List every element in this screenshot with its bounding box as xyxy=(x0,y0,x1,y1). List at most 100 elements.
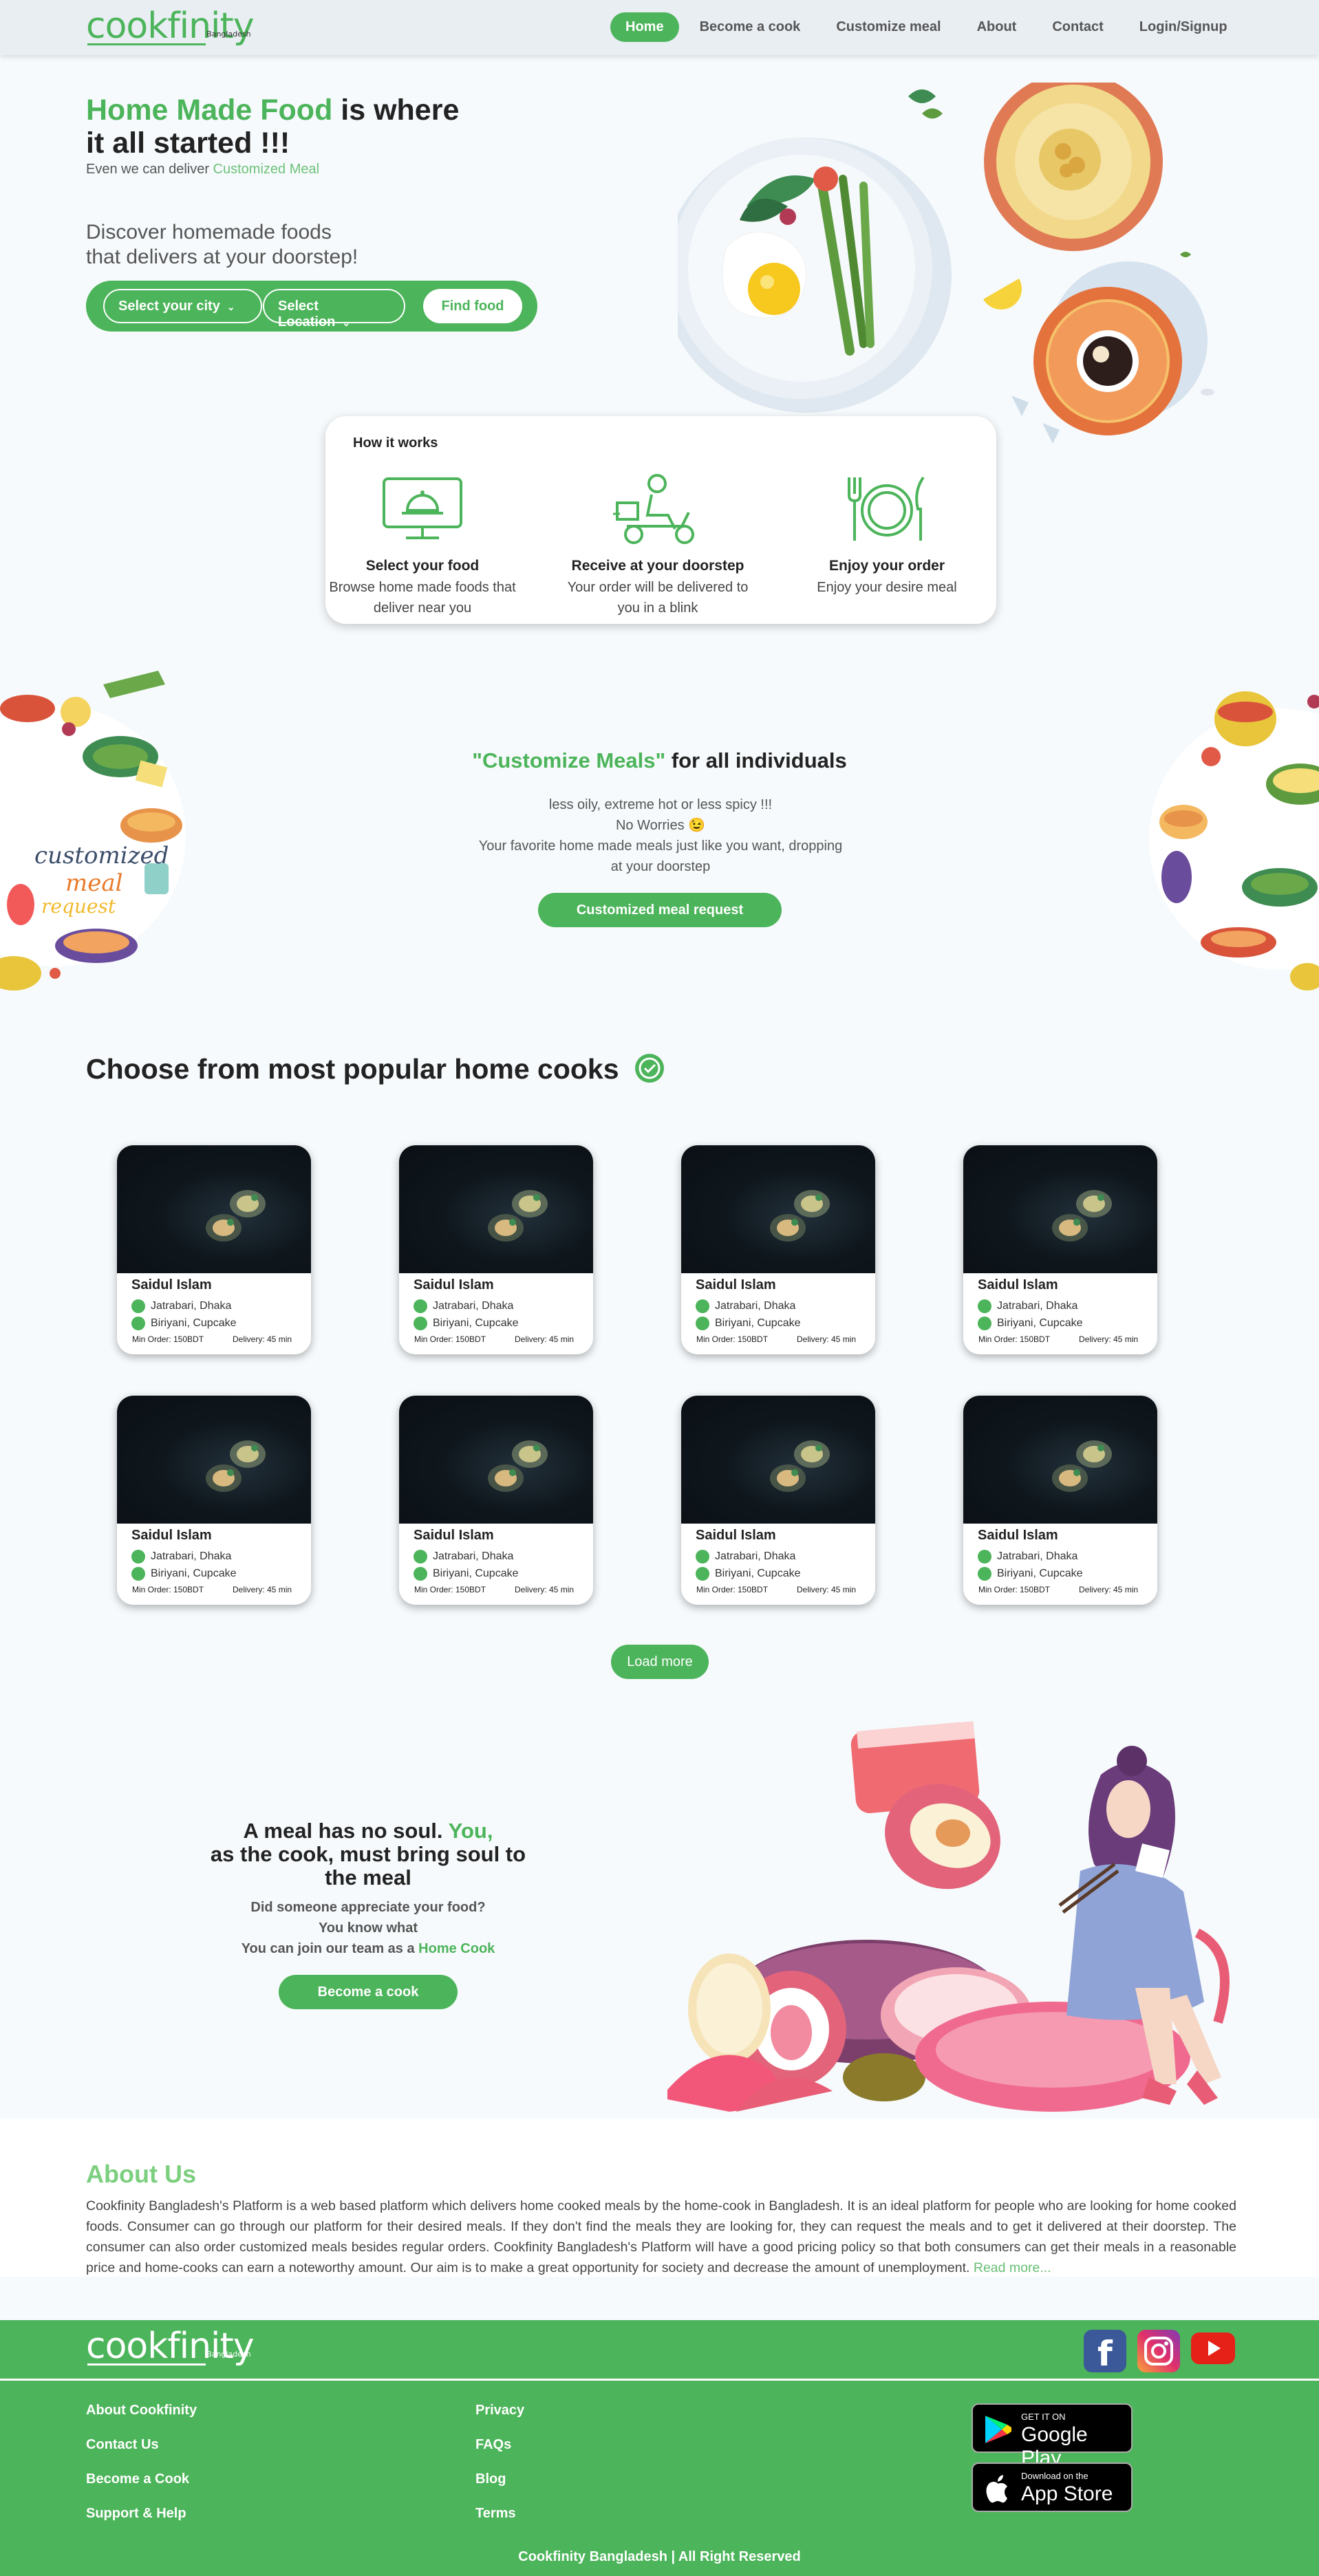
cook-foods: Biriyani, Cupcake xyxy=(978,1567,1083,1581)
cook-card[interactable]: Saidul Islam Jatrabari, Dhaka Biriyani, … xyxy=(399,1396,593,1605)
soul-title-highlight: You, xyxy=(448,1819,493,1843)
cook-food-image xyxy=(117,1145,311,1273)
footer-divider xyxy=(0,2379,1319,2381)
cook-location-text: Jatrabari, Dhaka xyxy=(433,1300,514,1312)
how-it-works-card: How it works Select your food Browse hom… xyxy=(325,416,996,624)
cook-card[interactable]: Saidul Islam Jatrabari, Dhaka Biriyani, … xyxy=(681,1145,875,1354)
load-more-button[interactable]: Load more xyxy=(611,1645,709,1679)
cook-foods-text: Biriyani, Cupcake xyxy=(997,1568,1083,1579)
hero-description-line2: that delivers at your doorstep! xyxy=(86,246,358,268)
hero-subtitle: Even we can deliver Customized Meal xyxy=(86,162,319,177)
customize-meals-title: "Customize Meals" for all individuals xyxy=(0,748,1319,773)
nav-home[interactable]: Home xyxy=(610,12,679,42)
become-cook-button[interactable]: Become a cook xyxy=(279,1975,458,2009)
footer-link-privacy[interactable]: Privacy xyxy=(475,2403,524,2418)
cook-card[interactable]: Saidul Islam Jatrabari, Dhaka Biriyani, … xyxy=(681,1396,875,1605)
customized-meal-illustration-right xyxy=(1149,691,1319,991)
sushi-girl-illustration xyxy=(667,1721,1230,2112)
footer-link-contact[interactable]: Contact Us xyxy=(86,2437,159,2453)
fork-knife-icon xyxy=(978,1317,991,1330)
app-store-button[interactable]: Download on the App Store xyxy=(972,2463,1133,2512)
customized-meal-request-button[interactable]: Customized meal request xyxy=(538,893,782,927)
footer-link-blog[interactable]: Blog xyxy=(475,2471,506,2487)
cook-food-image xyxy=(117,1396,311,1524)
cook-card[interactable]: Saidul Islam Jatrabari, Dhaka Biriyani, … xyxy=(963,1396,1157,1605)
cook-foods: Biriyani, Cupcake xyxy=(414,1317,519,1330)
cook-food-image xyxy=(681,1396,875,1524)
cook-foods: Biriyani, Cupcake xyxy=(131,1317,237,1330)
cook-min-order: Min Order: 150BDT xyxy=(414,1334,486,1344)
cook-location-text: Jatrabari, Dhaka xyxy=(433,1550,514,1562)
about-text: Cookfinity Bangladesh's Platform is a we… xyxy=(86,2196,1236,2278)
customized-meal-link[interactable]: Customized Meal xyxy=(213,162,320,177)
location-select-label: Select Location xyxy=(278,299,336,329)
how-it-works-title: How it works xyxy=(353,435,438,451)
cook-min-order: Min Order: 150BDT xyxy=(696,1585,769,1594)
home-cook-link[interactable]: Home Cook xyxy=(418,1941,495,1956)
fork-knife-icon xyxy=(696,1317,709,1330)
hero-title: Home Made Food is where it all started !… xyxy=(86,94,526,160)
nav-login-signup[interactable]: Login/Signup xyxy=(1124,12,1243,42)
customize-line2: No Worries 😉 xyxy=(615,818,706,833)
facebook-icon[interactable]: f xyxy=(1084,2330,1126,2374)
cook-foods: Biriyani, Cupcake xyxy=(696,1567,801,1581)
footer-link-faqs[interactable]: FAQs xyxy=(475,2437,511,2453)
nav-customize-meal[interactable]: Customize meal xyxy=(821,12,956,42)
customize-line1: less oily, extreme hot or less spicy !!! xyxy=(548,797,773,812)
soul-title-part2: as the cook, must bring soul to the meal xyxy=(210,1842,526,1890)
hero-subtitle-text: Even we can deliver xyxy=(86,162,213,177)
cook-location: Jatrabari, Dhaka xyxy=(696,1550,795,1563)
apple-icon xyxy=(986,2475,1007,2503)
logo-underline xyxy=(87,43,206,45)
cook-location-text: Jatrabari, Dhaka xyxy=(997,1550,1078,1562)
logo-subtitle: Bangladesh xyxy=(206,30,251,39)
cook-location: Jatrabari, Dhaka xyxy=(131,1550,231,1563)
nav-links: Home Become a cook Customize meal About … xyxy=(610,12,1248,42)
hero-description: Discover homemade foods that delivers at… xyxy=(86,220,430,270)
footer-link-become-cook[interactable]: Become a Cook xyxy=(86,2471,189,2487)
cook-name: Saidul Islam xyxy=(131,1277,212,1292)
google-play-icon xyxy=(985,2416,1011,2443)
app-store-small-text: Download on the xyxy=(1021,2471,1089,2481)
plate-cutlery-icon xyxy=(848,476,925,541)
cook-food-image xyxy=(399,1396,593,1524)
read-more-link[interactable]: Read more... xyxy=(974,2260,1051,2275)
art-text-request: request xyxy=(41,895,116,918)
cook-location: Jatrabari, Dhaka xyxy=(414,1299,513,1313)
art-text-meal: meal xyxy=(65,869,123,897)
cook-card[interactable]: Saidul Islam Jatrabari, Dhaka Biriyani, … xyxy=(963,1145,1157,1354)
footer-link-support[interactable]: Support & Help xyxy=(86,2506,186,2522)
cook-name: Saidul Islam xyxy=(696,1277,776,1292)
google-play-button[interactable]: GET IT ON Google Play xyxy=(972,2403,1133,2469)
cook-card[interactable]: Saidul Islam Jatrabari, Dhaka Biriyani, … xyxy=(117,1396,311,1605)
nav-contact[interactable]: Contact xyxy=(1037,12,1118,42)
find-food-button[interactable]: Find food xyxy=(423,289,522,323)
cook-min-order: Min Order: 150BDT xyxy=(978,1334,1051,1344)
location-select[interactable]: Select Location ⌄ xyxy=(263,289,405,329)
cook-location-text: Jatrabari, Dhaka xyxy=(997,1300,1078,1312)
cook-delivery-time: Delivery: 45 min xyxy=(515,1585,575,1594)
google-play-small-text: GET IT ON xyxy=(1021,2412,1066,2422)
site-logo[interactable]: cookfinity Bangladesh xyxy=(86,8,255,45)
customize-line3: Your favorite home made meals just like … xyxy=(478,838,843,874)
cook-location: Jatrabari, Dhaka xyxy=(978,1550,1077,1563)
footer-link-about[interactable]: About Cookfinity xyxy=(86,2403,197,2418)
nav-about[interactable]: About xyxy=(962,12,1032,42)
city-select[interactable]: Select your city ⌄ xyxy=(103,289,262,323)
footer-logo[interactable]: cookfinity Bangladesh xyxy=(86,2328,255,2366)
app-store-label: App Store xyxy=(1021,2482,1113,2505)
cook-location-text: Jatrabari, Dhaka xyxy=(151,1300,232,1312)
cook-card[interactable]: Saidul Islam Jatrabari, Dhaka Biriyani, … xyxy=(399,1145,593,1354)
cook-foods: Biriyani, Cupcake xyxy=(978,1317,1083,1330)
chevron-down-icon: ⌄ xyxy=(342,317,351,328)
youtube-icon[interactable] xyxy=(1191,2333,1235,2364)
meal-soul-text: Did someone appreciate your food? You kn… xyxy=(200,1897,537,1959)
instagram-icon[interactable] xyxy=(1137,2330,1180,2372)
footer-link-terms[interactable]: Terms xyxy=(475,2506,516,2522)
popular-cooks-title-text: Choose from most popular home cooks xyxy=(86,1053,619,1085)
cook-name: Saidul Islam xyxy=(978,1528,1058,1543)
nav-become-cook[interactable]: Become a cook xyxy=(685,12,816,42)
popular-cooks-title: Choose from most popular home cooks xyxy=(86,1052,665,1085)
soul-title-part1: A meal has no soul. xyxy=(243,1819,449,1843)
cook-card[interactable]: Saidul Islam Jatrabari, Dhaka Biriyani, … xyxy=(117,1145,311,1354)
